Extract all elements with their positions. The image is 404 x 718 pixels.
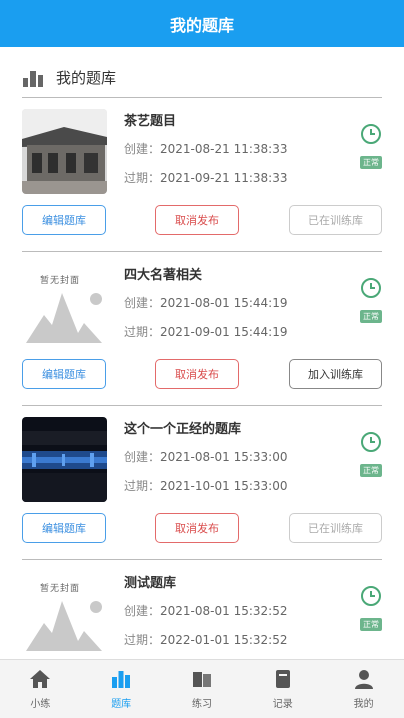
expire-row: 过期：2021-09-21 11:38:33 xyxy=(124,166,382,190)
bank-name: 四大名著相关 xyxy=(124,268,203,283)
created-row: 创建：2021-08-21 11:38:33 xyxy=(124,137,382,161)
bank-cover-image xyxy=(22,109,107,194)
bank-cover-placeholder: 暂无封面 xyxy=(22,571,107,656)
bank-name: 这个一个正经的题库 xyxy=(124,422,242,437)
expire-row: 过期：2021-09-01 15:44:19 xyxy=(124,320,382,344)
section-header: 我的题库 xyxy=(22,64,382,98)
expire-label: 过期： xyxy=(124,479,161,493)
cancel-publish-button[interactable]: 取消发布 xyxy=(155,513,239,543)
tab-home[interactable]: 小练 xyxy=(0,660,81,718)
edit-bank-button[interactable]: 编辑题库 xyxy=(22,205,106,235)
expire-time: 2021-10-01 15:33:00 xyxy=(160,479,288,493)
created-time: 2021-08-01 15:44:19 xyxy=(160,296,288,310)
clock-icon xyxy=(361,432,381,452)
expire-row: 过期：2022-01-01 15:32:52 xyxy=(124,628,382,652)
add-to-training-button[interactable]: 加入训练库 xyxy=(289,359,382,389)
bar-chart-icon xyxy=(23,70,43,87)
tab-label: 练习 xyxy=(191,699,212,710)
tab-label: 记录 xyxy=(272,699,293,710)
created-row: 创建：2021-08-01 15:32:52 xyxy=(124,599,382,623)
bank-name: 茶艺题目 xyxy=(124,114,177,129)
created-label: 创建： xyxy=(124,142,161,156)
bank-list: 茶艺题目 创建：2021-08-21 11:38:33 过期：2021-09-2… xyxy=(0,98,404,714)
expire-row: 过期：2021-10-01 15:33:00 xyxy=(124,474,382,498)
bank-card[interactable]: 茶艺题目 创建：2021-08-21 11:38:33 过期：2021-09-2… xyxy=(22,98,382,252)
clock-icon xyxy=(361,124,381,144)
cancel-publish-button[interactable]: 取消发布 xyxy=(155,205,239,235)
status-badge: 正常 xyxy=(360,618,382,631)
bank-cover-placeholder: 暂无封面 xyxy=(22,263,107,348)
created-label: 创建： xyxy=(124,604,161,618)
edit-bank-button[interactable]: 编辑题库 xyxy=(22,359,106,389)
expire-time: 2021-09-01 15:44:19 xyxy=(160,325,288,339)
tab-label: 我的 xyxy=(353,699,374,710)
in-training-button[interactable]: 已在训练库 xyxy=(289,205,382,235)
in-training-button[interactable]: 已在训练库 xyxy=(289,513,382,543)
tab-label: 小练 xyxy=(30,699,51,710)
edit-bank-button[interactable]: 编辑题库 xyxy=(22,513,106,543)
created-time: 2021-08-01 15:32:52 xyxy=(160,604,288,618)
expire-label: 过期： xyxy=(124,325,161,339)
cancel-publish-button[interactable]: 取消发布 xyxy=(155,359,239,389)
home-icon xyxy=(30,670,51,688)
clock-icon xyxy=(361,278,381,298)
expire-label: 过期： xyxy=(124,171,161,185)
created-label: 创建： xyxy=(124,296,161,310)
created-time: 2021-08-21 11:38:33 xyxy=(160,142,288,156)
status-badge: 正常 xyxy=(360,464,382,477)
bank-card[interactable]: 暂无封面 四大名著相关 创建：2021-08-01 15:44:19 过期：20… xyxy=(22,252,382,406)
section-title: 我的题库 xyxy=(56,69,117,87)
tab-label: 题库 xyxy=(111,699,132,710)
status-badge: 正常 xyxy=(360,156,382,169)
practice-icon xyxy=(192,672,211,687)
user-icon xyxy=(354,670,373,689)
no-cover-text: 暂无封面 xyxy=(40,584,81,594)
expire-time: 2021-09-21 11:38:33 xyxy=(160,171,288,185)
created-time: 2021-08-01 15:33:00 xyxy=(160,450,288,464)
bank-card[interactable]: 这个一个正经的题库 创建：2021-08-01 15:33:00 过期：2021… xyxy=(22,406,382,560)
no-cover-text: 暂无封面 xyxy=(40,276,81,286)
tab-record[interactable]: 记录 xyxy=(242,660,323,718)
tab-practice[interactable]: 练习 xyxy=(162,660,243,718)
library-icon xyxy=(112,671,131,688)
status-badge: 正常 xyxy=(360,310,382,323)
record-icon xyxy=(275,670,290,688)
top-bar: 我的题库 xyxy=(0,0,404,47)
tab-profile[interactable]: 我的 xyxy=(323,660,404,718)
bank-cover-image xyxy=(22,417,107,502)
expire-time: 2022-01-01 15:32:52 xyxy=(160,633,288,647)
tab-library[interactable]: 题库 xyxy=(81,660,162,718)
created-row: 创建：2021-08-01 15:33:00 xyxy=(124,445,382,469)
created-row: 创建：2021-08-01 15:44:19 xyxy=(124,291,382,315)
bank-name: 测试题库 xyxy=(124,576,177,591)
created-label: 创建： xyxy=(124,450,161,464)
expire-label: 过期： xyxy=(124,633,161,647)
bottom-tab-bar: 小练 题库 练习 记录 我的 xyxy=(0,659,404,718)
page-title: 我的题库 xyxy=(169,15,234,35)
clock-icon xyxy=(361,586,381,606)
